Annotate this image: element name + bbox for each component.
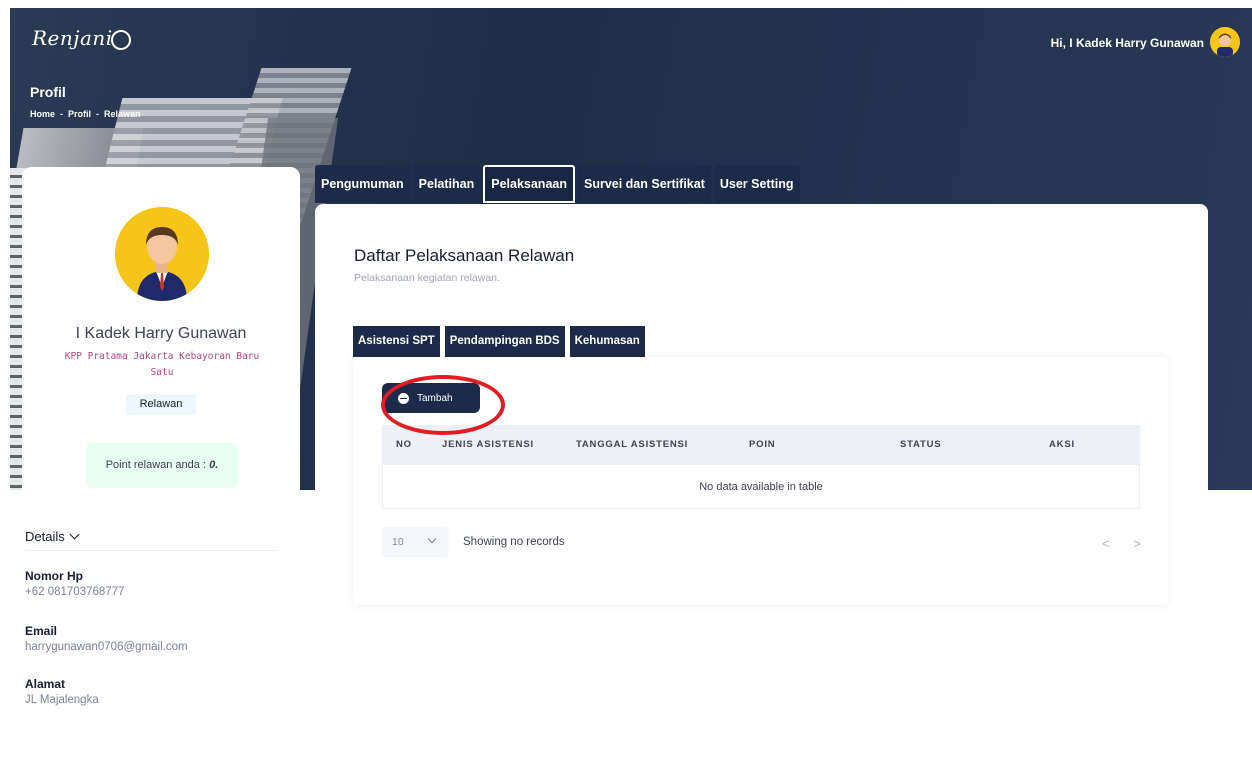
breadcrumb-separator: - bbox=[60, 109, 64, 119]
profile-office: KPP Pratama Jakarta Kebayoran Baru Satu bbox=[64, 351, 260, 378]
tab-survei-sertifikat[interactable]: Survei dan Sertifikat bbox=[577, 165, 711, 203]
breadcrumb-relawan: Relawan bbox=[104, 109, 141, 119]
point-label: Point relawan anda : bbox=[105, 459, 210, 471]
page-size-select[interactable]: 10 bbox=[382, 527, 449, 557]
section-subtitle: Pelaksanaan kegiatan relawan. bbox=[354, 272, 500, 284]
profile-card: I Kadek Harry Gunawan KPP Pratama Jakart… bbox=[22, 167, 300, 758]
next-page-button[interactable]: > bbox=[1133, 536, 1141, 551]
breadcrumb-home[interactable]: Home bbox=[30, 109, 55, 119]
logo-swirl-icon bbox=[110, 29, 131, 50]
page-title: Profil bbox=[30, 84, 66, 100]
column-header-status[interactable]: STATUS bbox=[900, 439, 941, 450]
chevron-down-icon bbox=[69, 529, 80, 540]
detail-address: Alamat JL Majalengka bbox=[25, 677, 99, 706]
detail-value: JL Majalengka bbox=[25, 694, 99, 706]
page: Renjani Profil Home - Profil - Relawan H… bbox=[0, 0, 1252, 758]
breadcrumb-separator: - bbox=[96, 109, 100, 119]
detail-label: Alamat bbox=[25, 677, 66, 691]
table-card: Tambah NO JENIS ASISTENSI TANGGAL ASISTE… bbox=[353, 357, 1168, 605]
profile-tabs: Pengumuman Pelatihan Pelaksanaan Survei … bbox=[315, 165, 800, 203]
profile-name: I Kadek Harry Gunawan bbox=[75, 325, 247, 342]
section-title: Daftar Pelaksanaan Relawan bbox=[354, 246, 575, 265]
main-card: Daftar Pelaksanaan Relawan Pelaksanaan k… bbox=[315, 204, 1208, 724]
point-value: 0. bbox=[209, 459, 219, 471]
prev-page-button[interactable]: < bbox=[1102, 536, 1110, 551]
profile-avatar bbox=[115, 207, 209, 301]
pagination: < > bbox=[1102, 536, 1141, 551]
tab-user-setting[interactable]: User Setting bbox=[713, 165, 800, 203]
column-header-no[interactable]: NO bbox=[396, 439, 412, 450]
table-empty-row: No data available in table bbox=[382, 465, 1140, 509]
details-label: Details bbox=[25, 529, 65, 544]
logo-text: Renjani bbox=[32, 26, 113, 50]
chevron-down-icon bbox=[427, 534, 437, 544]
detail-email: Email harrygunawan0706@gmail.com bbox=[25, 624, 188, 653]
subtab-pendampingan-bds[interactable]: Pendampingan BDS bbox=[444, 326, 565, 357]
detail-value: harrygunawan0706@gmail.com bbox=[25, 641, 188, 653]
point-info: Point relawan anda : 0. bbox=[86, 443, 238, 488]
page-size-value: 10 bbox=[392, 536, 404, 548]
profile-summary: I Kadek Harry Gunawan KPP Pratama Jakart… bbox=[22, 167, 300, 517]
column-header-tanggal-asistensi[interactable]: TANGGAL ASISTENSI bbox=[576, 439, 688, 450]
add-button[interactable]: Tambah bbox=[382, 383, 480, 413]
subtab-asistensi-spt[interactable]: Asistensi SPT bbox=[353, 326, 440, 357]
details-toggle[interactable]: Details bbox=[25, 529, 277, 551]
detail-label: Email bbox=[25, 624, 58, 638]
detail-phone: Nomor Hp +62 081703768777 bbox=[25, 569, 124, 598]
user-greeting[interactable]: Hi, I Kadek Harry Gunawan bbox=[1051, 36, 1204, 50]
breadcrumb-profil[interactable]: Profil bbox=[68, 109, 91, 119]
detail-value: +62 081703768777 bbox=[25, 586, 125, 598]
user-avatar[interactable] bbox=[1210, 27, 1240, 57]
subtab-kehumasan[interactable]: Kehumasan bbox=[569, 326, 645, 357]
table-header: NO JENIS ASISTENSI TANGGAL ASISTENSI POI… bbox=[382, 425, 1140, 465]
column-header-jenis-asistensi[interactable]: JENIS ASISTENSI bbox=[442, 439, 534, 450]
detail-label: Nomor Hp bbox=[25, 569, 83, 583]
tab-pelatihan[interactable]: Pelatihan bbox=[412, 165, 481, 203]
add-button-label: Tambah bbox=[417, 392, 453, 404]
records-info: Showing no records bbox=[463, 536, 565, 548]
minus-circle-icon bbox=[398, 392, 409, 404]
breadcrumb: Home - Profil - Relawan bbox=[30, 109, 141, 119]
role-badge: Relawan bbox=[126, 394, 196, 415]
column-header-poin[interactable]: POIN bbox=[749, 439, 775, 450]
column-header-aksi: AKSI bbox=[1049, 439, 1075, 450]
app-logo[interactable]: Renjani bbox=[32, 26, 131, 50]
tab-pengumuman[interactable]: Pengumuman bbox=[315, 165, 410, 203]
activity-subtabs: Asistensi SPT Pendampingan BDS Kehumasan bbox=[353, 326, 645, 357]
tab-pelaksanaan[interactable]: Pelaksanaan bbox=[483, 165, 575, 203]
